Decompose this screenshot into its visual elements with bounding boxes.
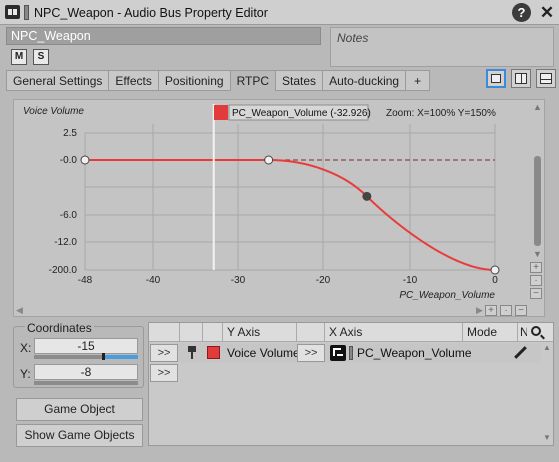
close-button[interactable]: ✕ [538,3,556,22]
notes-field[interactable]: Notes [330,27,554,67]
rtpc-table: Y Axis X Axis Mode N >> Voice Volume >> … [148,322,554,446]
graph-vertical-scrollbar[interactable]: ▲ ▼ [531,100,545,261]
y-tick-label: -12.0 [54,237,77,248]
vertical-zoom-controls: + · − [530,262,544,301]
layout-single-icon[interactable] [486,69,506,88]
zoom-in-icon[interactable]: + [530,262,542,273]
layout-split-horizontal-icon[interactable] [536,69,556,88]
x-axis-value: PC_Weapon_Volume [357,346,472,360]
y-axis-value: Voice Volume [227,346,300,360]
y-tick-label: -200.0 [49,265,78,276]
game-parameter-icon [349,346,353,360]
cursor-color-swatch [214,105,228,120]
h-zoom-out-icon[interactable]: − [515,305,527,316]
table-vertical-scrollbar[interactable]: ▲ ▼ [541,343,553,445]
tab-states[interactable]: States [275,70,323,91]
audio-bus-icon [5,5,20,19]
curve-color-swatch[interactable] [207,346,220,359]
curve-point[interactable] [490,265,500,275]
column-mode[interactable]: Mode [462,323,517,342]
column-y-axis[interactable]: Y Axis [222,323,296,342]
bus-indicator-icon [24,5,29,20]
scroll-right-icon[interactable]: ▶ [476,305,483,316]
header-cell-blank [202,323,222,342]
curve-point-selected[interactable] [362,191,372,201]
x-coordinate-slider[interactable] [34,353,138,360]
scroll-up-icon[interactable]: ▲ [533,102,542,112]
title-bar: NPC_Weapon - Audio Bus Property Editor ?… [0,0,559,25]
expand-x-button[interactable]: >> [297,344,325,362]
help-button[interactable]: ? [512,3,531,22]
mute-button[interactable]: M [11,49,27,65]
graph-svg: Voice Volume 2.5 -0.0 -6.0 -12.0 -200.0 … [23,104,500,301]
tab-general-settings[interactable]: General Settings [6,70,109,91]
add-rtpc-button[interactable]: >> [150,364,178,382]
curve-point[interactable] [264,155,274,165]
solo-button[interactable]: S [33,49,49,65]
x-coordinate-field[interactable]: -15 [34,338,138,354]
rtpc-table-header: Y Axis X Axis Mode N [149,323,553,342]
x-axis-title: PC_Weapon_Volume [399,290,495,301]
table-scroll-down-icon[interactable]: ▼ [543,433,551,442]
tab-auto-ducking[interactable]: Auto-ducking [322,70,406,91]
column-n[interactable]: N [517,323,527,342]
y-coordinate-field[interactable]: -8 [34,364,138,380]
x-tick-label: -40 [146,275,161,286]
tab-bar: General Settings Effects Positioning RTP… [6,70,431,91]
x-tick-label: -20 [316,275,331,286]
cursor-label: PC_Weapon_Volume (-32.926) [232,108,371,119]
graph-horizontal-scrollbar[interactable]: ◀ ▶ + · − [13,305,543,317]
h-zoom-reset-icon[interactable]: · [500,305,512,316]
header-cell-blank [296,323,324,342]
y-tick-label: -0.0 [60,155,78,166]
object-name-field[interactable]: NPC_Weapon [6,27,321,45]
y-axis-title: Voice Volume [23,106,84,117]
curve-point[interactable] [80,155,90,165]
edit-pencil-icon[interactable] [513,346,527,360]
zoom-reset-icon[interactable]: · [530,275,542,286]
header-cell-blank [179,323,202,342]
show-game-objects-button[interactable]: Show Game Objects [16,424,143,447]
search-icon[interactable] [531,326,541,336]
rtpc-graph[interactable]: Voice Volume 2.5 -0.0 -6.0 -12.0 -200.0 … [13,99,545,317]
x-tick-label: -10 [403,275,418,286]
window-title: NPC_Weapon - Audio Bus Property Editor [34,6,268,20]
layout-split-vertical-icon[interactable] [511,69,531,88]
add-tab-button[interactable]: + [405,70,431,91]
x-tick-label: -30 [231,275,246,286]
scroll-left-icon[interactable]: ◀ [16,305,23,316]
x-tick-label: -48 [78,275,93,286]
table-scroll-up-icon[interactable]: ▲ [543,343,551,352]
x-coordinate-label: X: [20,341,32,355]
y-coordinate-slider[interactable] [34,381,138,385]
coordinates-legend: Coordinates [25,321,94,335]
tab-rtpc[interactable]: RTPC [229,70,276,91]
expand-y-button[interactable]: >> [150,344,178,362]
curve-shape-icon[interactable] [330,345,346,361]
x-slider-fill [104,355,138,359]
pin-icon[interactable] [186,346,198,360]
y-coordinate-label: Y: [20,367,31,381]
x-tick-label: 0 [492,275,498,286]
scroll-thumb[interactable] [534,156,541,246]
scroll-down-icon[interactable]: ▼ [533,249,542,259]
y-tick-label: 2.5 [63,128,77,139]
column-x-axis[interactable]: X Axis [324,323,462,342]
coordinates-group: Coordinates X: -15 Y: -8 [13,321,144,388]
y-tick-label: -6.0 [60,210,78,221]
tab-effects[interactable]: Effects [108,70,158,91]
zoom-out-icon[interactable]: − [530,288,542,299]
tab-positioning[interactable]: Positioning [157,70,230,91]
table-row[interactable]: >> Voice Volume >> PC_Weapon_Volume [149,343,541,363]
x-slider-knob[interactable] [102,353,105,360]
zoom-readout: Zoom: X=100% Y=150% [386,108,496,119]
game-object-explorer-button[interactable]: Game Object Explorer... [16,398,143,437]
h-zoom-in-icon[interactable]: + [485,305,497,316]
